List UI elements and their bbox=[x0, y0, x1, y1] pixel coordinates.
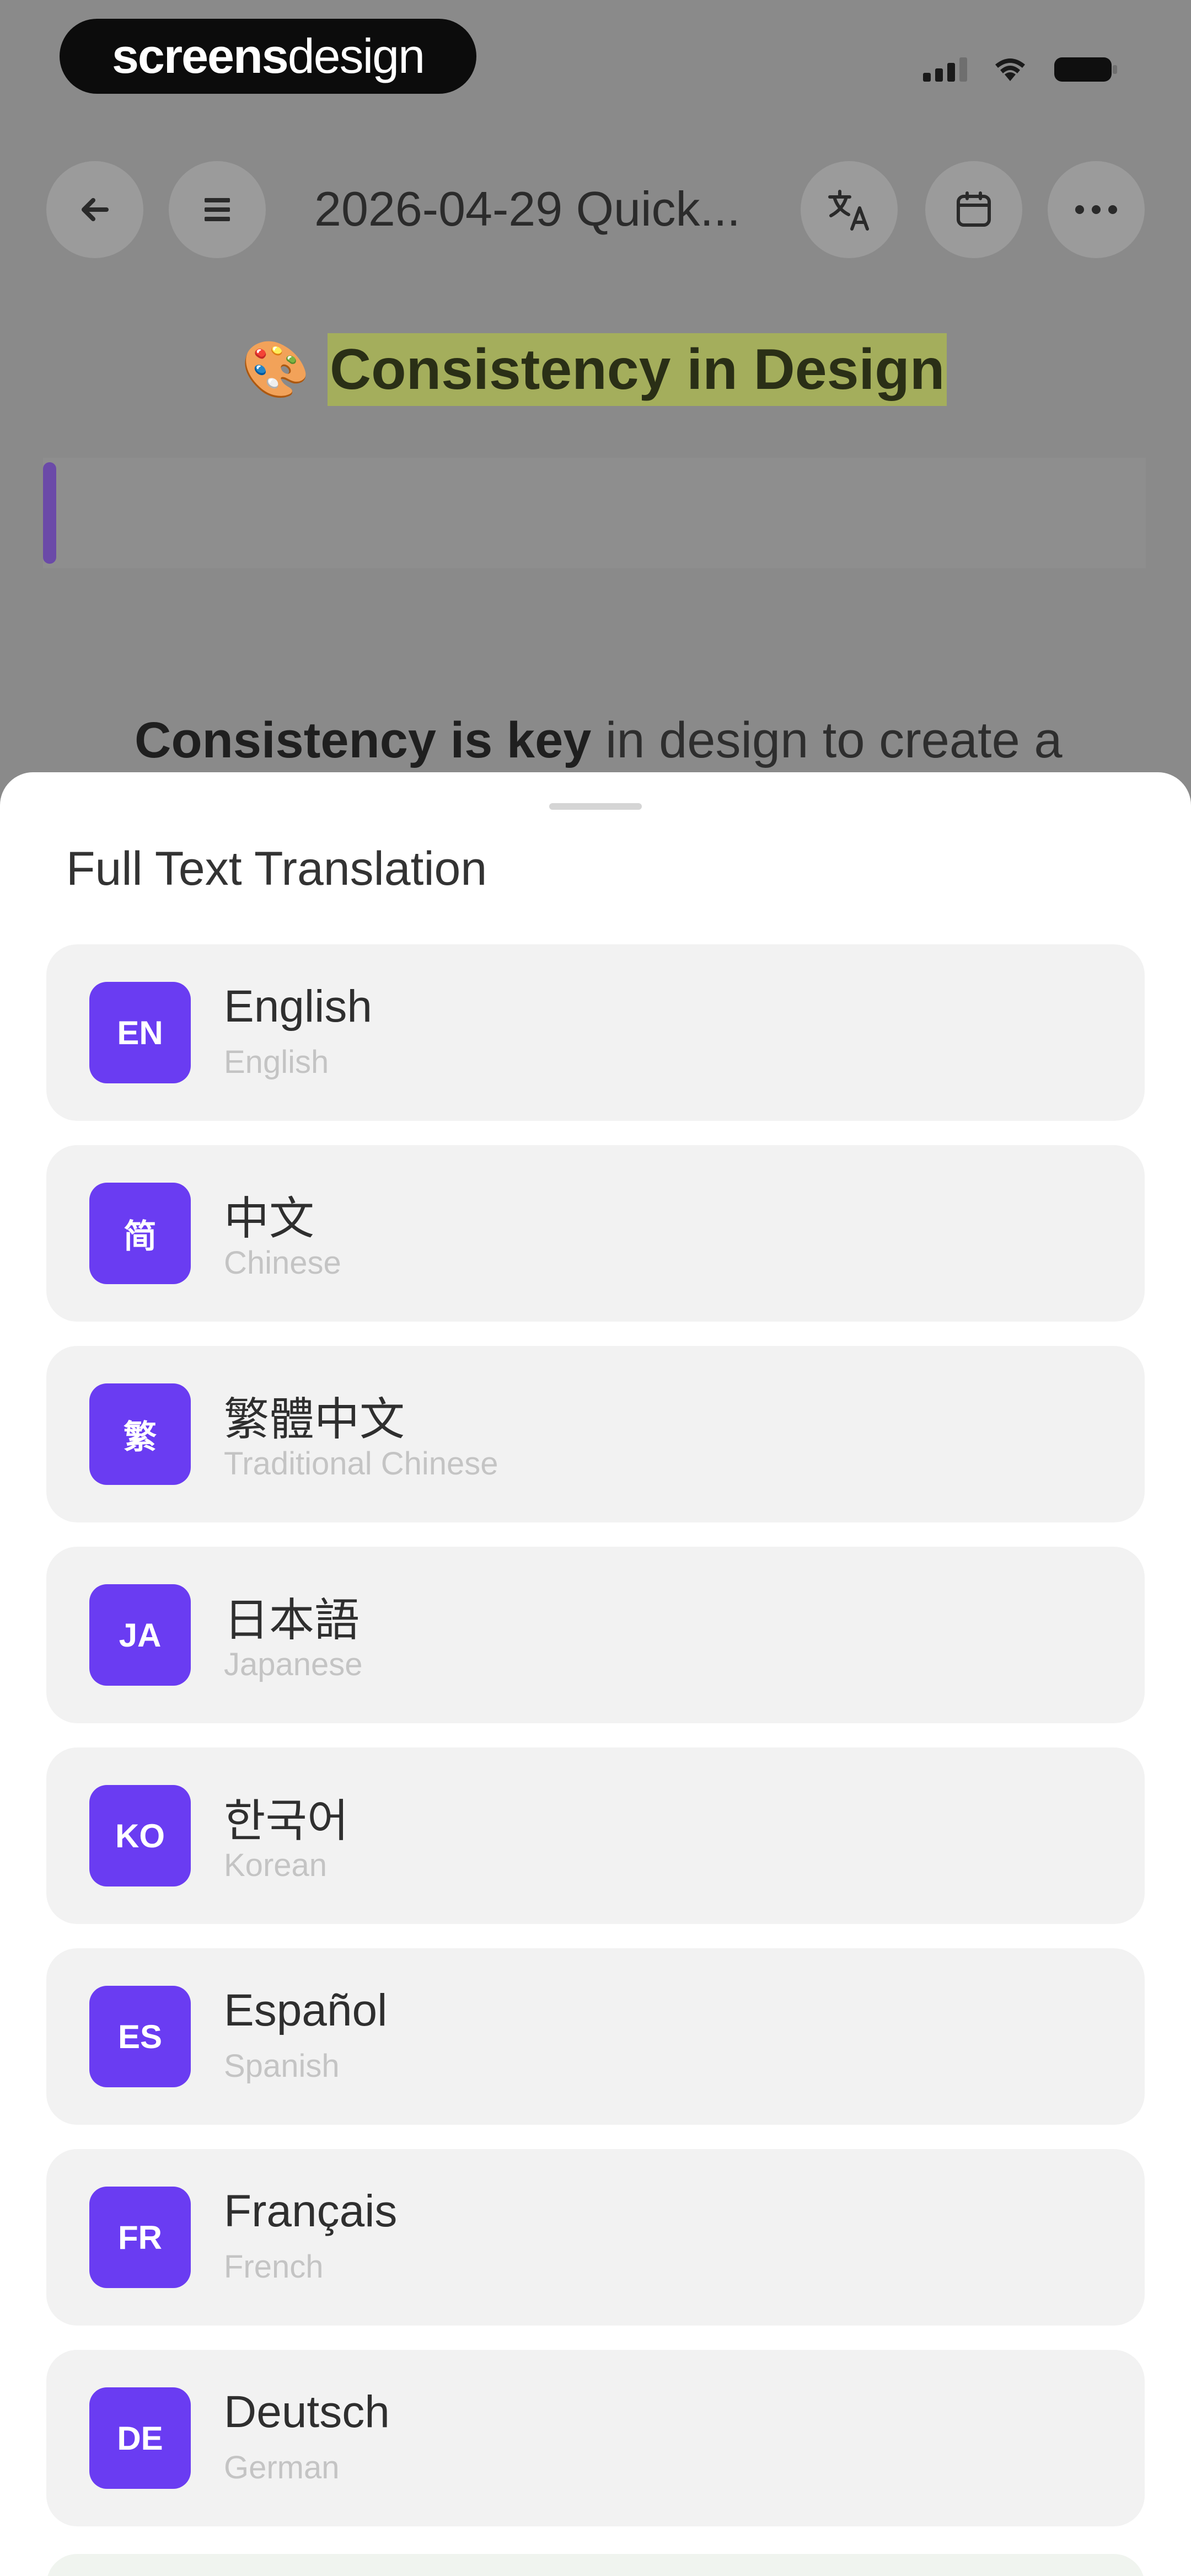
language-english-name: English bbox=[224, 1044, 329, 1080]
outline-button[interactable] bbox=[169, 161, 266, 258]
sheet-drag-handle[interactable] bbox=[549, 803, 642, 810]
heading-text[interactable]: Consistency in Design bbox=[328, 333, 947, 406]
arrow-left-icon bbox=[82, 198, 109, 221]
paragraph-bold-text: Consistency is key bbox=[135, 712, 592, 768]
more-horizontal-icon bbox=[1075, 205, 1117, 214]
language-native-name: Español bbox=[224, 1985, 388, 2035]
language-option-french[interactable]: FR Français French bbox=[46, 2149, 1145, 2326]
language-code-badge: EN bbox=[89, 982, 191, 1083]
language-english-name: Spanish bbox=[224, 2048, 340, 2084]
language-option-english[interactable]: EN English English bbox=[46, 944, 1145, 1121]
language-native-name: 日本語 bbox=[224, 1595, 360, 1645]
brand-name-light: design bbox=[287, 29, 425, 83]
document-heading: 🎨 Consistency in Design bbox=[241, 331, 947, 408]
language-list: EN English English 简 中文 Chinese 繁 繁體中文 T… bbox=[46, 944, 1145, 2551]
wifi-icon bbox=[994, 57, 1027, 82]
screen: screensdesign 2026-04-29 Quick... 🎨 Cons… bbox=[0, 0, 1191, 2576]
language-native-name: 中文 bbox=[224, 1194, 315, 1244]
battery-icon bbox=[1053, 55, 1119, 84]
language-english-name: Japanese bbox=[224, 1647, 363, 1682]
language-english-name: Traditional Chinese bbox=[224, 1446, 498, 1482]
language-english-name: German bbox=[224, 2450, 340, 2486]
document-toolbar: 2026-04-29 Quick... bbox=[0, 154, 1191, 265]
back-button[interactable] bbox=[46, 161, 143, 258]
calendar-icon bbox=[957, 191, 991, 227]
language-code-badge: DE bbox=[89, 2387, 191, 2489]
language-option-spanish[interactable]: ES Español Spanish bbox=[46, 1948, 1145, 2125]
document-paragraph[interactable]: Consistency is key in design to create a bbox=[135, 712, 1063, 769]
translate-button[interactable] bbox=[801, 161, 898, 258]
language-native-name: 한국어 bbox=[224, 1796, 349, 1846]
language-native-name: Français bbox=[224, 2186, 398, 2236]
language-code-badge: 繁 bbox=[89, 1383, 191, 1485]
language-english-name: Korean bbox=[224, 1847, 328, 1883]
language-code-badge: 简 bbox=[89, 1183, 191, 1284]
language-code-badge: FR bbox=[89, 2187, 191, 2288]
document-title[interactable]: 2026-04-29 Quick... bbox=[314, 181, 772, 237]
more-button[interactable] bbox=[1048, 161, 1145, 258]
callout-block[interactable] bbox=[43, 458, 1146, 568]
language-native-name: Deutsch bbox=[224, 2387, 390, 2437]
cellular-signal-icon bbox=[923, 57, 967, 82]
palette-icon: 🎨 bbox=[241, 338, 310, 400]
sheet-title: Full Text Translation bbox=[66, 842, 487, 895]
language-code-badge: KO bbox=[89, 1785, 191, 1886]
language-option-german[interactable]: DE Deutsch German bbox=[46, 2350, 1145, 2526]
language-english-name: Chinese bbox=[224, 1245, 341, 1281]
language-native-name: 繁體中文 bbox=[224, 1394, 405, 1445]
translation-sheet: Full Text Translation EN English English… bbox=[0, 772, 1191, 2576]
brand-name-bold: screens bbox=[111, 29, 289, 83]
language-code-badge: ES bbox=[89, 1986, 191, 2087]
language-option-chinese[interactable]: 简 中文 Chinese bbox=[46, 1145, 1145, 1322]
language-option-traditional-chinese[interactable]: 繁 繁體中文 Traditional Chinese bbox=[46, 1346, 1145, 1522]
language-native-name: English bbox=[224, 981, 372, 1032]
status-bar: screensdesign bbox=[0, 0, 1191, 110]
language-option-japanese[interactable]: JA 日本語 Japanese bbox=[46, 1547, 1145, 1723]
translate-icon bbox=[828, 190, 869, 231]
language-code-badge: JA bbox=[89, 1584, 191, 1686]
language-english-name: French bbox=[224, 2249, 324, 2285]
brand-logo: screensdesign bbox=[60, 19, 476, 94]
status-icons bbox=[923, 53, 1119, 86]
paragraph-text: in design to create a bbox=[591, 712, 1063, 768]
callout-accent-bar bbox=[43, 462, 56, 564]
language-option-next-partial[interactable] bbox=[46, 2554, 1145, 2576]
calendar-button[interactable] bbox=[925, 161, 1022, 258]
list-icon bbox=[205, 198, 230, 221]
language-option-korean[interactable]: KO 한국어 Korean bbox=[46, 1747, 1145, 1924]
